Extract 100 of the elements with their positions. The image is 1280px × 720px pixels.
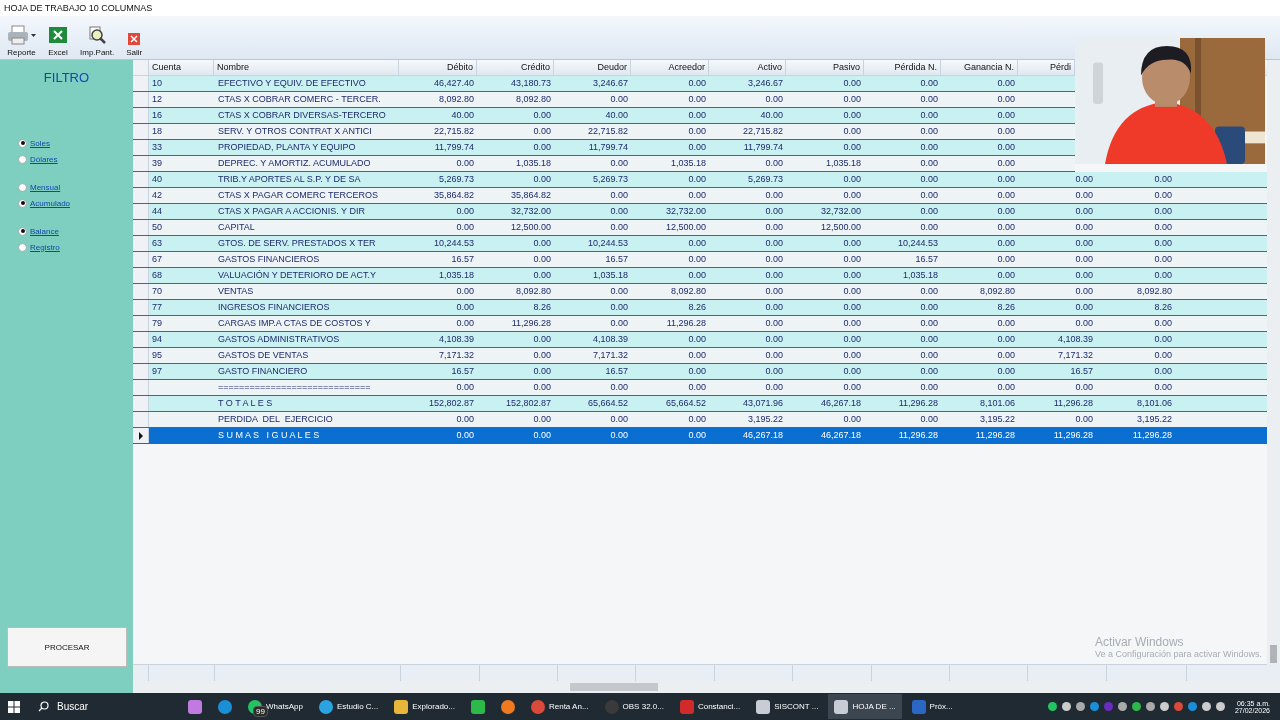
circle-icon: [218, 699, 232, 714]
caret-icon[interactable]: [31, 33, 36, 37]
table-row[interactable]: PERDIDA DEL EJERCICIO 0.00 0.00 0.00 0.00 3,195.22 0.00 0.00 3,195.22 0.00 3,195.22: [133, 412, 1267, 428]
radio-icon[interactable]: [18, 154, 27, 164]
column-header[interactable]: Activo: [709, 60, 786, 75]
start-icon[interactable]: [8, 700, 20, 713]
taskbar-button[interactable]: OBS 32.0...: [598, 694, 670, 719]
table-cell-text: 0.00: [1153, 349, 1173, 362]
table-cell-text: 0.00: [842, 173, 862, 186]
table-cell-text: 12,500.00: [509, 221, 552, 234]
table-cell-text: 95: [151, 349, 163, 362]
radio-icon[interactable]: [18, 182, 27, 192]
column-header[interactable]: Crédito: [477, 60, 554, 75]
table-row[interactable]: 42 CTAS X PAGAR COMERC TERCEROS 35,864.82 35,864.82 0.00 0.00 0.00 0.00 0.00 0.00 0.00 0.00: [133, 188, 1267, 204]
table-row[interactable]: 50 CAPITAL 0.00 12,500.00 0.00 12,500.00 0.00 12,500.00 0.00 0.00 0.00 0.00: [133, 220, 1267, 236]
taskbar-button[interactable]: 99WhatsApp: [242, 694, 309, 719]
vertical-scrollbar[interactable]: [1267, 60, 1280, 665]
table-row[interactable]: 95 GASTOS DE VENTAS 7,171.32 0.00 7,171.32 0.00 0.00 0.00 0.00 0.00 7,171.32 0.00: [133, 348, 1267, 364]
table-row[interactable]: T O T A L E S 152,802.87 152,802.87 65,664.52 65,664.52 43,071.96 46,267.18 11,296.28 8,101.06 11,296.28 8,101.06: [133, 396, 1267, 412]
table-row[interactable]: 33 PROPIEDAD, PLANTA Y EQUIPO 11,799.74 0.00 11,799.74 0.00 11,799.74 0.00 0.00 0.00: [133, 140, 1075, 156]
table-cell-text: 0.00: [996, 189, 1016, 202]
radio-button[interactable]: Soles: [18, 137, 71, 149]
toolbar-button[interactable]: Salir: [123, 31, 146, 59]
square-icon: [679, 699, 694, 714]
search-field[interactable]: Buscar: [24, 693, 178, 720]
taskbar-button[interactable]: Próx...: [905, 694, 959, 719]
radio-button[interactable]: Acumulado: [18, 197, 71, 209]
table-cell-text: 11,296.28: [1052, 429, 1094, 442]
toolbar-button[interactable]: Reporte: [4, 23, 39, 59]
column-header[interactable]: Cuenta: [149, 60, 214, 75]
table-row[interactable]: 77 INGRESOS FINANCIEROS 0.00 8.26 0.00 8.26 0.00 0.00 0.00 8.26 0.00 8.26: [133, 300, 1267, 316]
table-cell-text: 0.00: [687, 253, 707, 266]
radio-button[interactable]: Balance: [18, 225, 71, 237]
table-row[interactable]: 79 CARGAS IMP.A CTAS DE COSTOS Y 0.00 11,296.28 0.00 11,296.28 0.00 0.00 0.00 0.00 0.00 0.00: [133, 316, 1267, 332]
column-header[interactable]: Nombre: [214, 60, 399, 75]
table-cell-text: 46,267.18: [741, 429, 784, 442]
table-cell-text: 16.57: [604, 253, 629, 266]
table-cell-text: 46,427.40: [432, 77, 475, 90]
table-cell-text: 3,195.22: [978, 413, 1016, 426]
table-cell-text: 1,035.18: [437, 269, 475, 282]
taskbar-button[interactable]: Constanci...: [673, 694, 747, 719]
table-cell-text: 8,092.80: [1135, 285, 1173, 298]
table-cell-text: 8.26: [996, 301, 1016, 314]
row-pointer-icon: [138, 431, 143, 440]
table-row[interactable]: S U M A S I G U A L E S 0.00 0.00 0.00 0.00 46,267.18 46,267.18 11,296.28 11,296.28 11,296.28 11,296.28: [133, 428, 1267, 444]
table-cell-text: 0.00: [996, 269, 1016, 282]
table-row[interactable]: 40 TRIB.Y APORTES AL S.P. Y DE SA 5,269.73 0.00 5,269.73 0.00 5,269.73 0.00 0.00 0.00 0.00 0.00: [133, 172, 1267, 188]
toolbar-button[interactable]: Excel: [45, 23, 71, 59]
table-cell-text: 16.57: [604, 365, 629, 378]
radio-icon[interactable]: [18, 138, 27, 148]
table-row[interactable]: 97 GASTO FINANCIERO 16.57 0.00 16.57 0.00 0.00 0.00 0.00 0.00 16.57 0.00: [133, 364, 1267, 380]
table-row[interactable]: 10 EFECTIVO Y EQUIV. DE EFECTIVO 46,427.40 43,180.73 3,246.67 0.00 3,246.67 0.00 0.00 0.00: [133, 76, 1075, 92]
table-cell-text: CTAS X PAGAR COMERC TERCEROS: [217, 189, 380, 202]
table-row[interactable]: 63 GTOS. DE SERV. PRESTADOS X TER 10,244.53 0.00 10,244.53 0.00 0.00 0.00 10,244.53 0.00 0.00 0.00: [133, 236, 1267, 252]
table-cell-text: 0.00: [532, 333, 552, 346]
toolbar-button[interactable]: Imp.Pant.: [77, 23, 118, 59]
column-header[interactable]: Pasivo: [786, 60, 864, 75]
column-header[interactable]: Pérdida N.: [864, 60, 941, 75]
table-row[interactable]: 70 VENTAS 0.00 8,092.80 0.00 8,092.80 0.00 0.00 0.00 8,092.80 0.00 8,092.80: [133, 284, 1267, 300]
table-cell-text: 7,171.32: [591, 349, 629, 362]
column-header[interactable]: Ganancia N.: [941, 60, 1018, 75]
table-cell-text: SERV. Y OTROS CONTRAT X ANTICI: [217, 125, 373, 138]
column-header[interactable]: Deudor: [554, 60, 631, 75]
taskbar-button[interactable]: Explorado...: [388, 694, 461, 719]
table-cell-text: 65,664.52: [664, 397, 707, 410]
table-row[interactable]: 94 GASTOS ADMINISTRATIVOS 4,108.39 0.00 4,108.39 0.00 0.00 0.00 0.00 0.00 4,108.39 0.00: [133, 332, 1267, 348]
column-header[interactable]: Débito: [399, 60, 477, 75]
table-row[interactable]: 44 CTAS X PAGAR A ACCIONIS. Y DIR 0.00 32,732.00 0.00 32,732.00 0.00 32,732.00 0.00 0.00 0.00 0.00: [133, 204, 1267, 220]
table-row[interactable]: ============================= 0.00 0.00 0.00 0.00 0.00 0.00 0.00 0.00 0.00 0.00: [133, 380, 1267, 396]
table-row[interactable]: 16 CTAS X COBRAR DIVERSAS-TERCERO 40.00 0.00 40.00 0.00 40.00 0.00 0.00 0.00: [133, 108, 1075, 124]
table-row[interactable]: 39 DEPREC. Y AMORTIZ. ACUMULADO 0.00 1,035.18 0.00 1,035.18 0.00 1,035.18 0.00 0.00: [133, 156, 1075, 172]
taskbar-button[interactable]: SISCONT ...: [750, 694, 825, 719]
table-cell-text: 0.00: [687, 109, 707, 122]
table-cell-text: 22,715.82: [432, 125, 475, 138]
taskbar-button[interactable]: Renta An...: [524, 694, 595, 719]
square-icon: [394, 699, 409, 714]
table-cell-text: 0.00: [532, 349, 552, 362]
row-header: [133, 204, 149, 219]
table-row[interactable]: 12 CTAS X COBRAR COMERC - TERCER. 8,092.80 8,092.80 0.00 0.00 0.00 0.00 0.00 0.00: [133, 92, 1075, 108]
table-row[interactable]: 68 VALUACIÓN Y DETERIORO DE ACT.Y 1,035.18 0.00 1,035.18 0.00 0.00 0.00 1,035.18 0.00 0.00 0.00: [133, 268, 1267, 284]
square-icon: [834, 699, 849, 714]
radio-button[interactable]: Registro: [18, 241, 71, 253]
table-row[interactable]: 67 GASTOS FINANCIEROS 16.57 0.00 16.57 0.00 0.00 0.00 16.57 0.00 0.00 0.00: [133, 252, 1267, 268]
column-header[interactable]: Acreedor: [631, 60, 709, 75]
horizontal-scrollbar[interactable]: [133, 681, 1280, 693]
taskbar-button[interactable]: Estudio C...: [312, 694, 385, 719]
table-cell-text: 0.00: [996, 349, 1016, 362]
radio-button[interactable]: Mensual: [18, 181, 71, 193]
radio-icon[interactable]: [18, 242, 27, 252]
radio-icon[interactable]: [18, 226, 27, 236]
table-cell-text: PROPIEDAD, PLANTA Y EQUIPO: [217, 141, 357, 154]
radio-icon[interactable]: [18, 198, 27, 208]
table-cell-text: 0.00: [1074, 301, 1094, 314]
process-button[interactable]: PROCESAR: [7, 627, 127, 667]
table-cell-text: =============================: [217, 381, 372, 394]
radio-button[interactable]: Dólares: [18, 153, 71, 165]
table-row[interactable]: 18 SERV. Y OTROS CONTRAT X ANTICI 22,715.82 0.00 22,715.82 0.00 22,715.82 0.00 0.00 0.00: [133, 124, 1075, 140]
taskbar-button[interactable]: HOJA DE ...: [828, 694, 902, 719]
printer-icon: [7, 25, 29, 45]
square-icon: [470, 699, 485, 714]
